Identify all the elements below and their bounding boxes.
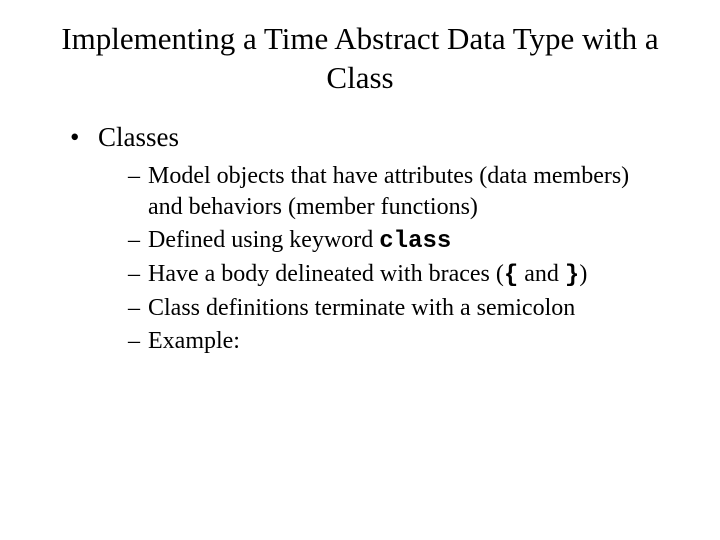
sub-model-objects-text: Model objects that have attributes (data…	[148, 163, 629, 220]
sub-body-braces-mid: and	[518, 261, 565, 287]
code-class-keyword: class	[379, 228, 451, 255]
sub-defined-keyword: Defined using keyword class	[128, 225, 660, 257]
sub-example: Example:	[128, 326, 660, 357]
sub-model-objects: Model objects that have attributes (data…	[128, 161, 660, 223]
bullet-list-level1: Classes Model objects that have attribut…	[60, 122, 660, 358]
sub-body-braces-pre: Have a body delineated with braces (	[148, 261, 504, 287]
sub-body-braces: Have a body delineated with braces ({ an…	[128, 259, 660, 291]
sub-semicolon: Class definitions terminate with a semic…	[128, 293, 660, 324]
sub-semicolon-text: Class definitions terminate with a semic…	[148, 295, 575, 321]
sub-example-text: Example:	[148, 328, 240, 354]
sub-defined-keyword-pre: Defined using keyword	[148, 227, 379, 253]
bullet-classes-label: Classes	[98, 122, 179, 152]
slide-title: Implementing a Time Abstract Data Type w…	[60, 20, 660, 98]
code-open-brace: {	[504, 262, 518, 289]
sub-body-braces-post: )	[579, 261, 587, 287]
code-close-brace: }	[565, 262, 579, 289]
bullet-list-level2: Model objects that have attributes (data…	[98, 161, 660, 358]
slide: Implementing a Time Abstract Data Type w…	[0, 0, 720, 540]
bullet-classes: Classes Model objects that have attribut…	[70, 122, 660, 358]
